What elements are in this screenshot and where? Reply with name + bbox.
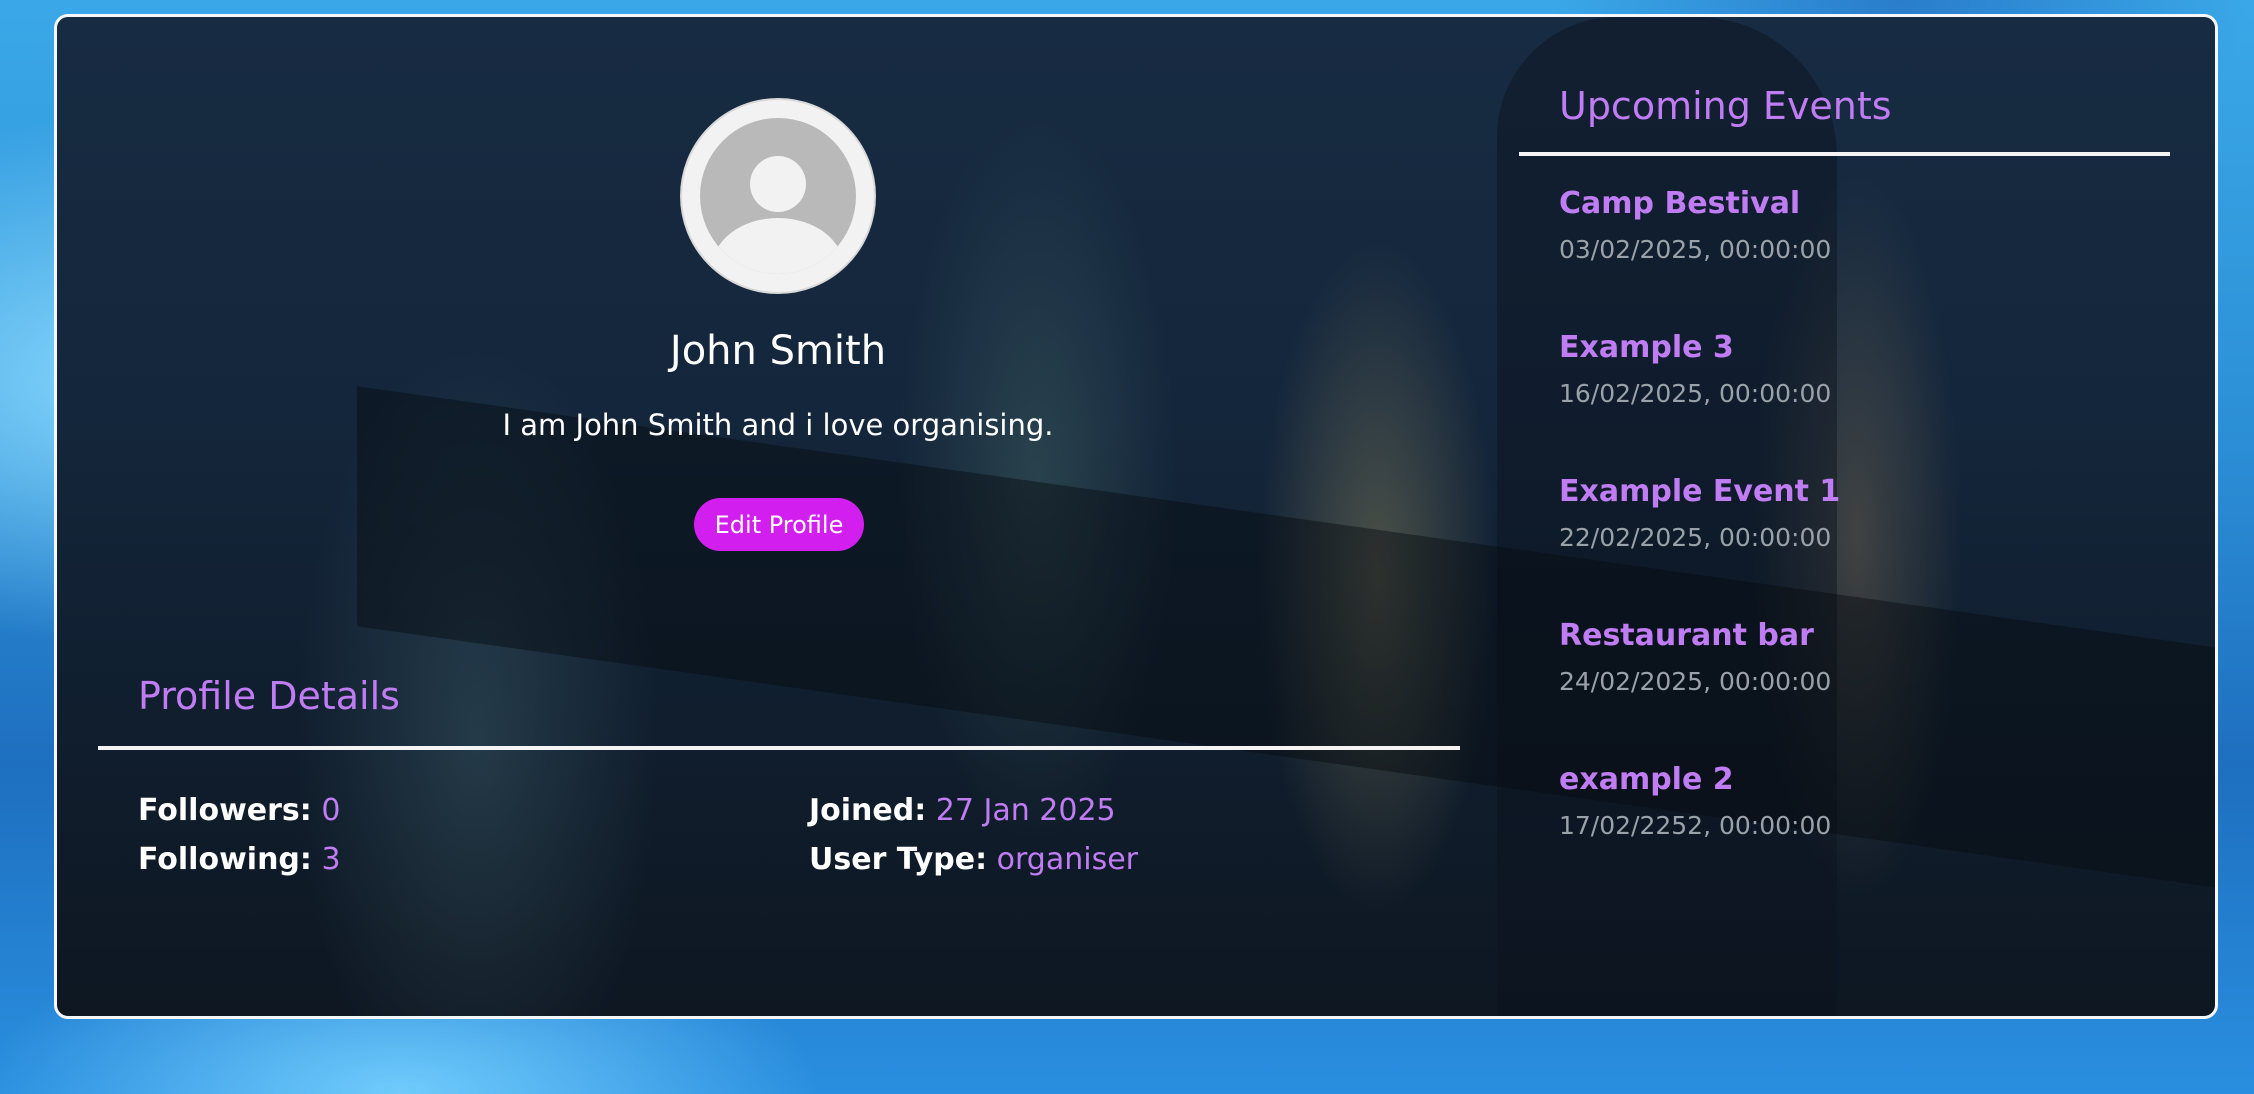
- event-name[interactable]: example 2: [1559, 762, 1831, 797]
- followers-stat: Followers: 0: [138, 793, 340, 828]
- profile-bio: I am John Smith and i love organising.: [502, 408, 1054, 442]
- upcoming-events-title: Upcoming Events: [1559, 84, 1892, 128]
- joined-value: 27 Jan 2025: [935, 793, 1116, 828]
- following-stat: Following: 3: [138, 842, 341, 877]
- event-item[interactable]: Camp Bestival 03/02/2025, 00:00:00: [1559, 186, 1831, 264]
- event-name[interactable]: Camp Bestival: [1559, 186, 1831, 221]
- event-date: 22/02/2025, 00:00:00: [1559, 523, 1832, 552]
- event-item[interactable]: example 2 17/02/2252, 00:00:00: [1559, 762, 1831, 840]
- event-name[interactable]: Example Event 1: [1559, 474, 1840, 509]
- background-photo-stage: [357, 386, 2215, 888]
- event-name[interactable]: Example 3: [1559, 330, 1831, 365]
- following-label: Following:: [138, 842, 312, 877]
- event-item[interactable]: Example Event 1 22/02/2025, 00:00:00: [1559, 474, 1840, 552]
- user-type-stat: User Type: organiser: [809, 842, 1138, 877]
- default-user-avatar-icon: [700, 118, 856, 274]
- profile-name: John Smith: [669, 328, 887, 374]
- edit-profile-button[interactable]: Edit Profile: [694, 498, 864, 551]
- followers-label: Followers:: [138, 793, 312, 828]
- user-type-value: organiser: [996, 842, 1138, 877]
- event-item[interactable]: Restaurant bar 24/02/2025, 00:00:00: [1559, 618, 1831, 696]
- avatar: [680, 98, 876, 294]
- event-item[interactable]: Example 3 16/02/2025, 00:00:00: [1559, 330, 1831, 408]
- event-date: 03/02/2025, 00:00:00: [1559, 235, 1832, 264]
- upcoming-events-divider: [1519, 152, 2170, 156]
- joined-label: Joined:: [809, 793, 927, 828]
- following-value: 3: [321, 842, 341, 877]
- profile-details-divider: [98, 746, 1460, 750]
- event-date: 17/02/2252, 00:00:00: [1559, 811, 1832, 840]
- joined-stat: Joined: 27 Jan 2025: [809, 793, 1116, 828]
- event-name[interactable]: Restaurant bar: [1559, 618, 1831, 653]
- profile-details-title: Profile Details: [138, 674, 400, 718]
- event-date: 16/02/2025, 00:00:00: [1559, 379, 1832, 408]
- user-type-label: User Type:: [809, 842, 988, 877]
- followers-value: 0: [321, 793, 341, 828]
- event-date: 24/02/2025, 00:00:00: [1559, 667, 1832, 696]
